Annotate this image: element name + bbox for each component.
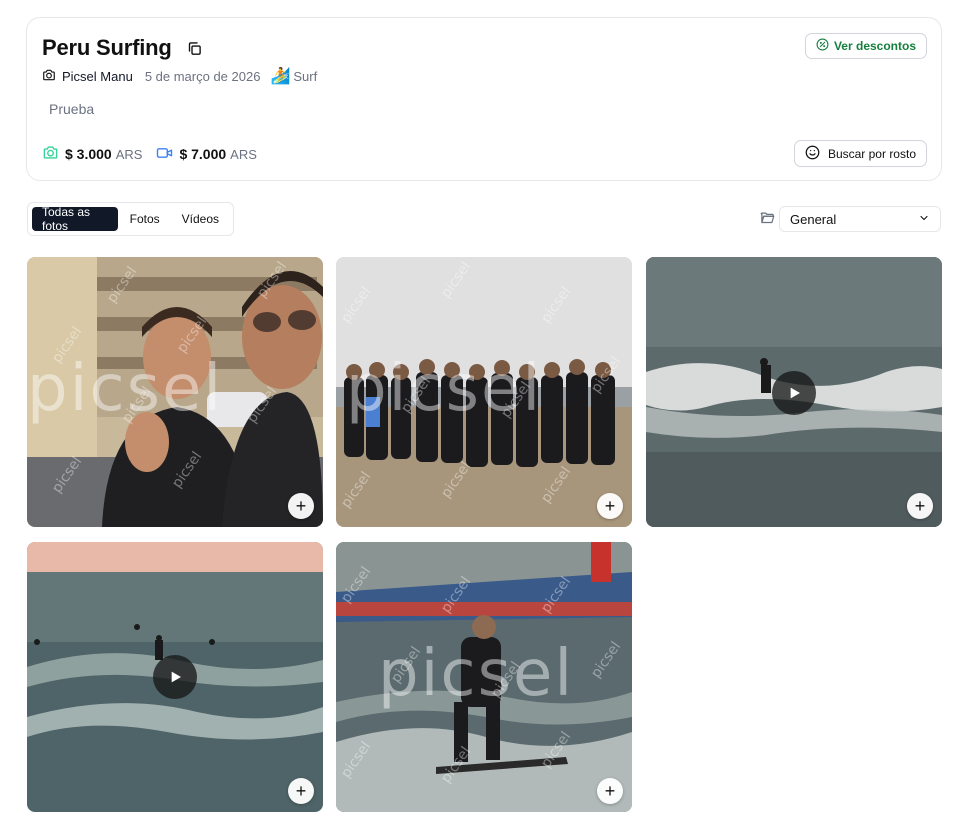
add-to-cart-button[interactable]: +: [907, 493, 933, 519]
add-to-cart-button[interactable]: +: [288, 778, 314, 804]
face-search-button[interactable]: Buscar por rosto: [793, 140, 927, 167]
photo-currency: ARS: [115, 146, 143, 162]
face-search-label: Buscar por rosto: [827, 146, 916, 161]
event-card: Peru Surfing Ver descontos Picsel Manu 5…: [26, 17, 942, 181]
chevron-down-icon: [918, 212, 930, 227]
event-title: Peru Surfing: [42, 35, 172, 60]
video-price-icon: [156, 146, 173, 163]
tab-photos[interactable]: Fotos: [120, 207, 170, 231]
event-date: 5 de março de 2026: [144, 69, 261, 84]
video-price: $ 7.000: [179, 146, 227, 162]
photo-price: $ 3.000: [65, 146, 112, 162]
play-video-button[interactable]: [772, 371, 816, 415]
media-tile-1[interactable]: picsel picsel picsel picsel picsel picse…: [27, 257, 323, 527]
media-image: [336, 542, 632, 812]
discounts-label: Ver descontos: [833, 39, 916, 53]
folder-select-value: General: [790, 211, 837, 227]
add-to-cart-button[interactable]: +: [597, 778, 623, 804]
tab-all-photos[interactable]: Todas as fotos: [32, 205, 118, 233]
add-to-cart-button[interactable]: +: [288, 493, 314, 519]
media-tile-4[interactable]: +: [27, 542, 323, 812]
photo-price-icon: [42, 145, 59, 163]
discount-badge-icon: [816, 38, 829, 54]
media-filter-tabs: Todas as fotos Fotos Vídeos: [27, 202, 234, 236]
price-list: $ 3.000 ARS $ 7.000 ARS: [42, 145, 257, 163]
smile-icon: [805, 145, 820, 163]
folder-select[interactable]: General: [779, 206, 941, 232]
video-currency: ARS: [230, 146, 257, 162]
add-to-cart-button[interactable]: +: [597, 493, 623, 519]
media-tile-5[interactable]: picsel picsel picsel picsel picsel picse…: [336, 542, 632, 812]
media-image: [336, 257, 632, 527]
event-description: Prueba: [49, 101, 95, 117]
play-icon: [171, 671, 181, 683]
folder-icon: [760, 211, 775, 229]
event-sport: Surf: [293, 69, 318, 84]
play-icon: [790, 387, 800, 399]
media-tile-2[interactable]: picsel picsel picsel picsel picsel picse…: [336, 257, 632, 527]
tab-videos[interactable]: Vídeos: [172, 207, 229, 231]
event-author[interactable]: Picsel Manu: [62, 69, 133, 84]
media-image: [27, 257, 323, 527]
surfer-icon: 🏄: [270, 67, 291, 85]
discounts-button[interactable]: Ver descontos: [804, 33, 927, 59]
play-video-button[interactable]: [153, 655, 197, 699]
copy-icon[interactable]: [186, 39, 204, 57]
media-tile-3[interactable]: +: [646, 257, 942, 527]
camera-icon: [42, 68, 56, 85]
